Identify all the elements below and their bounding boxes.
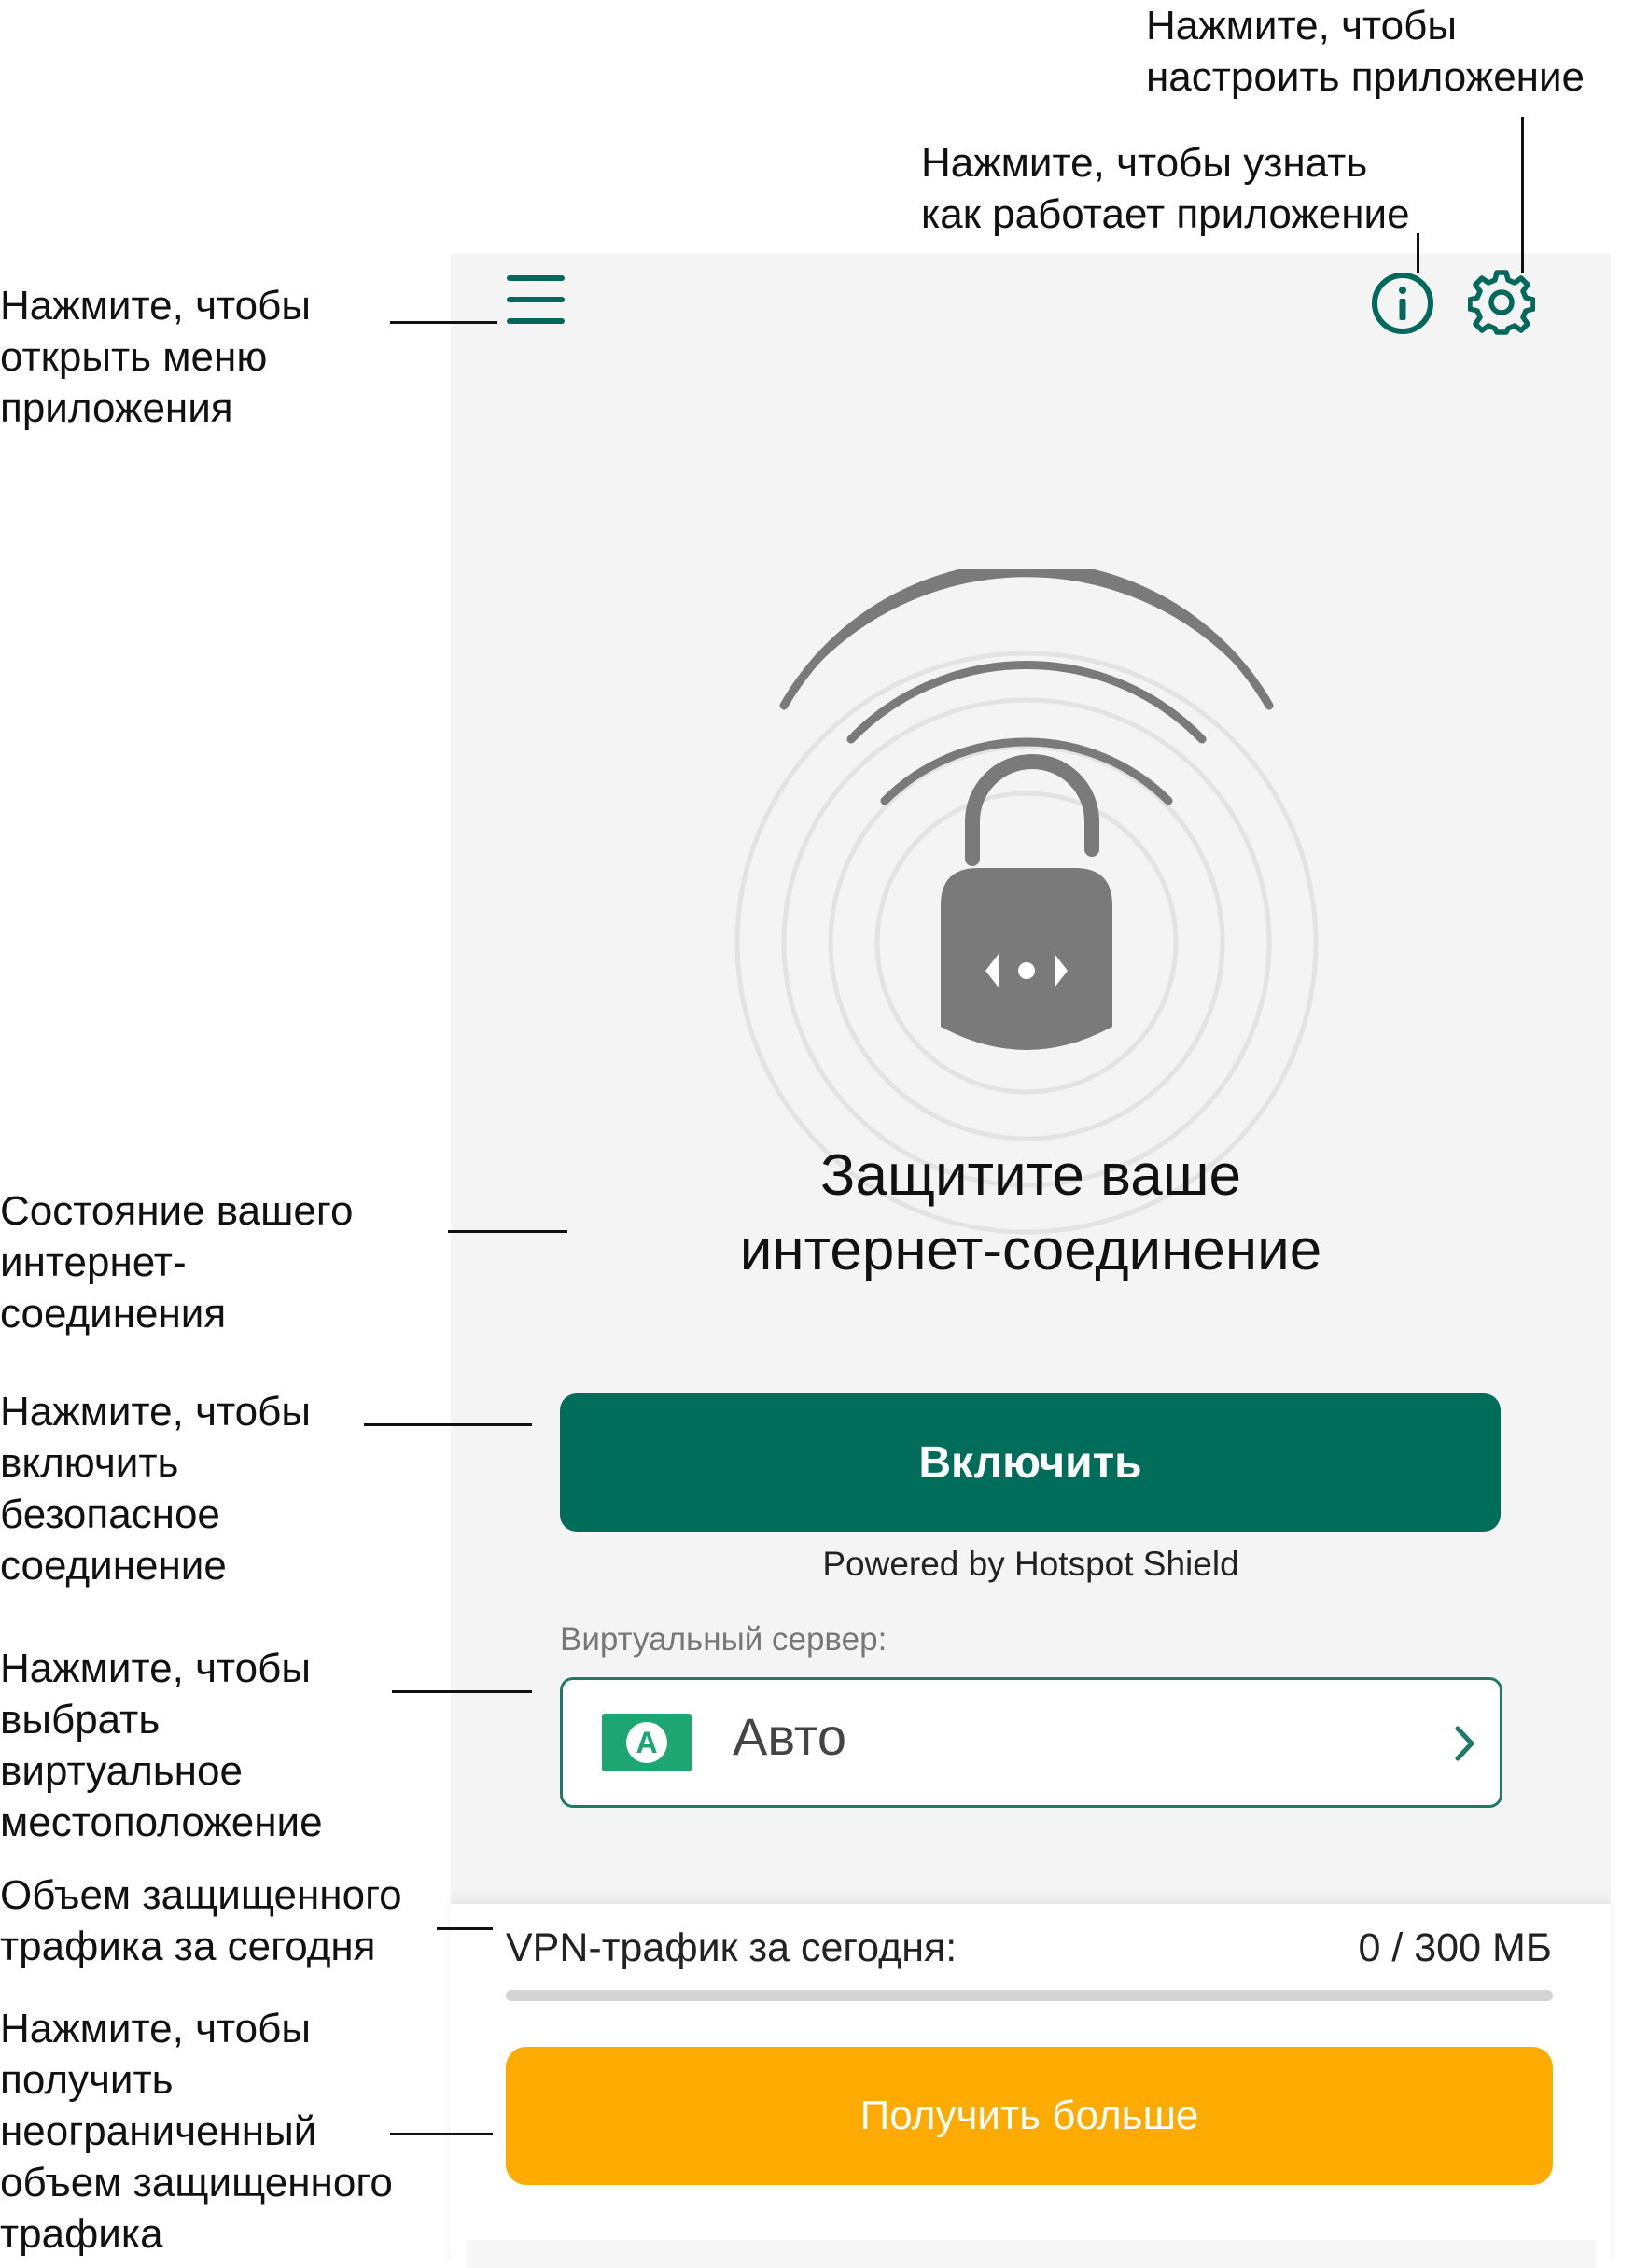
get-more-button[interactable]: Получить больше — [506, 2047, 1553, 2185]
callout-more: Нажмите, чтобы получить неограниченный о… — [0, 2006, 393, 2257]
callout-traffic: Объем защищенного трафика за сегодня — [0, 1872, 402, 1969]
callout-menu: Нажмите, чтобы открыть меню приложения — [0, 283, 311, 431]
virtual-server-value: Авто — [733, 1707, 847, 1766]
virtual-server-select[interactable]: A Авто — [560, 1677, 1502, 1808]
leader-status — [448, 1230, 567, 1233]
callout-server: Нажмите, чтобы выбрать виртуальное место… — [0, 1645, 323, 1845]
leader-settings — [1521, 117, 1524, 273]
menu-icon[interactable] — [507, 275, 565, 324]
leader-server — [392, 1690, 532, 1693]
traffic-label: VPN-трафик за сегодня: — [506, 1925, 957, 1970]
leader-traffic — [437, 1927, 493, 1930]
callout-info: Нажмите, чтобы узнать как работает прило… — [921, 140, 1410, 237]
callout-settings: Нажмите, чтобы настроить приложение — [1146, 3, 1586, 100]
enable-button[interactable]: Включить — [560, 1393, 1501, 1532]
gear-icon[interactable] — [1468, 269, 1535, 336]
callout-enable: Нажмите, чтобы включить безопасное соеди… — [0, 1389, 311, 1589]
bottom-strip — [467, 2240, 1596, 2268]
leader-enable — [364, 1423, 532, 1426]
leader-more — [390, 2133, 493, 2135]
leader-menu — [390, 321, 497, 324]
powered-by-text: Powered by Hotspot Shield — [822, 1545, 1239, 1583]
auto-badge-letter: A — [626, 1722, 667, 1763]
auto-location-badge: A — [602, 1714, 692, 1771]
leader-info — [1417, 233, 1419, 273]
enable-button-label: Включить — [918, 1437, 1142, 1488]
traffic-progress-bar — [506, 1990, 1553, 2001]
chevron-right-icon — [1455, 1726, 1474, 1761]
info-icon[interactable] — [1370, 271, 1435, 336]
callout-status: Состояние вашего интернет- соединения — [0, 1188, 354, 1337]
traffic-value: 0 / 300 МБ — [1358, 1925, 1552, 1970]
get-more-button-label: Получить больше — [859, 2093, 1199, 2138]
connection-status-title: Защитите ваше интернет-соединение — [739, 1143, 1322, 1282]
virtual-server-label: Виртуальный сервер: — [560, 1621, 887, 1658]
